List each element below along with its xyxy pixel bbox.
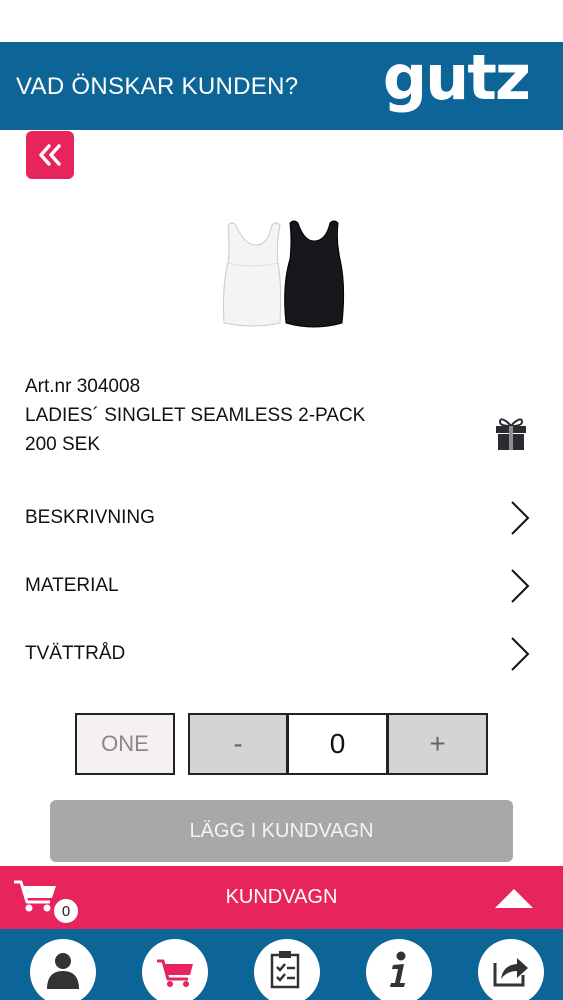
- accordion-label: MATERIAL: [25, 575, 119, 596]
- quantity-decrease-button[interactable]: -: [188, 713, 288, 775]
- nav-info-button[interactable]: [366, 939, 432, 1000]
- triangle-up-icon[interactable]: [495, 888, 533, 908]
- product-name: LADIES´ SINGLET SEAMLESS 2-PACK: [25, 405, 366, 426]
- chevron-right-icon: [511, 637, 530, 671]
- cart-icon: [157, 959, 193, 987]
- accordion-label: TVÄTTRÅD: [25, 643, 126, 664]
- product-price: 200 SEK: [25, 434, 100, 455]
- add-to-cart-button[interactable]: LÄGG I KUNDVAGN: [50, 800, 513, 862]
- chevron-right-icon: [511, 501, 530, 535]
- nav-share-button[interactable]: [478, 939, 544, 1000]
- checklist-icon: [270, 951, 300, 989]
- accordion-label: BESKRIVNING: [25, 507, 155, 528]
- product-info: Art.nr 304008 LADIES´ SINGLET SEAMLESS 2…: [25, 372, 365, 459]
- quantity-increase-button[interactable]: +: [387, 713, 488, 775]
- product-image: [223, 220, 345, 328]
- page-title: VAD ÖNSKAR KUNDEN?: [16, 73, 299, 100]
- bottom-navigation: [0, 929, 563, 1000]
- accordion-beskrivning[interactable]: BESKRIVNING: [0, 488, 563, 548]
- quantity-value: 0: [287, 713, 388, 775]
- nav-profile-button[interactable]: [30, 939, 96, 1000]
- gift-icon[interactable]: [494, 416, 528, 452]
- info-icon: [390, 951, 406, 987]
- back-button[interactable]: [26, 131, 74, 179]
- chevron-right-icon: [511, 569, 530, 603]
- accordion-tvattrad[interactable]: TVÄTTRÅD: [0, 624, 563, 684]
- article-number: Art.nr 304008: [25, 376, 141, 397]
- person-icon: [47, 953, 79, 989]
- app-header: VAD ÖNSKAR KUNDEN? gutz: [0, 42, 563, 130]
- double-chevron-left-icon: [39, 144, 61, 166]
- cart-bar-label: KUNDVAGN: [225, 886, 338, 908]
- nav-checklist-button[interactable]: [254, 939, 320, 1000]
- brand-logo: gutz: [382, 41, 531, 114]
- size-selector[interactable]: ONE: [75, 713, 175, 775]
- nav-cart-button[interactable]: [142, 939, 208, 1000]
- status-bar: [0, 0, 563, 42]
- share-icon: [493, 958, 528, 987]
- cart-bar[interactable]: 0 KUNDVAGN: [0, 866, 563, 929]
- accordion-material[interactable]: MATERIAL: [0, 556, 563, 616]
